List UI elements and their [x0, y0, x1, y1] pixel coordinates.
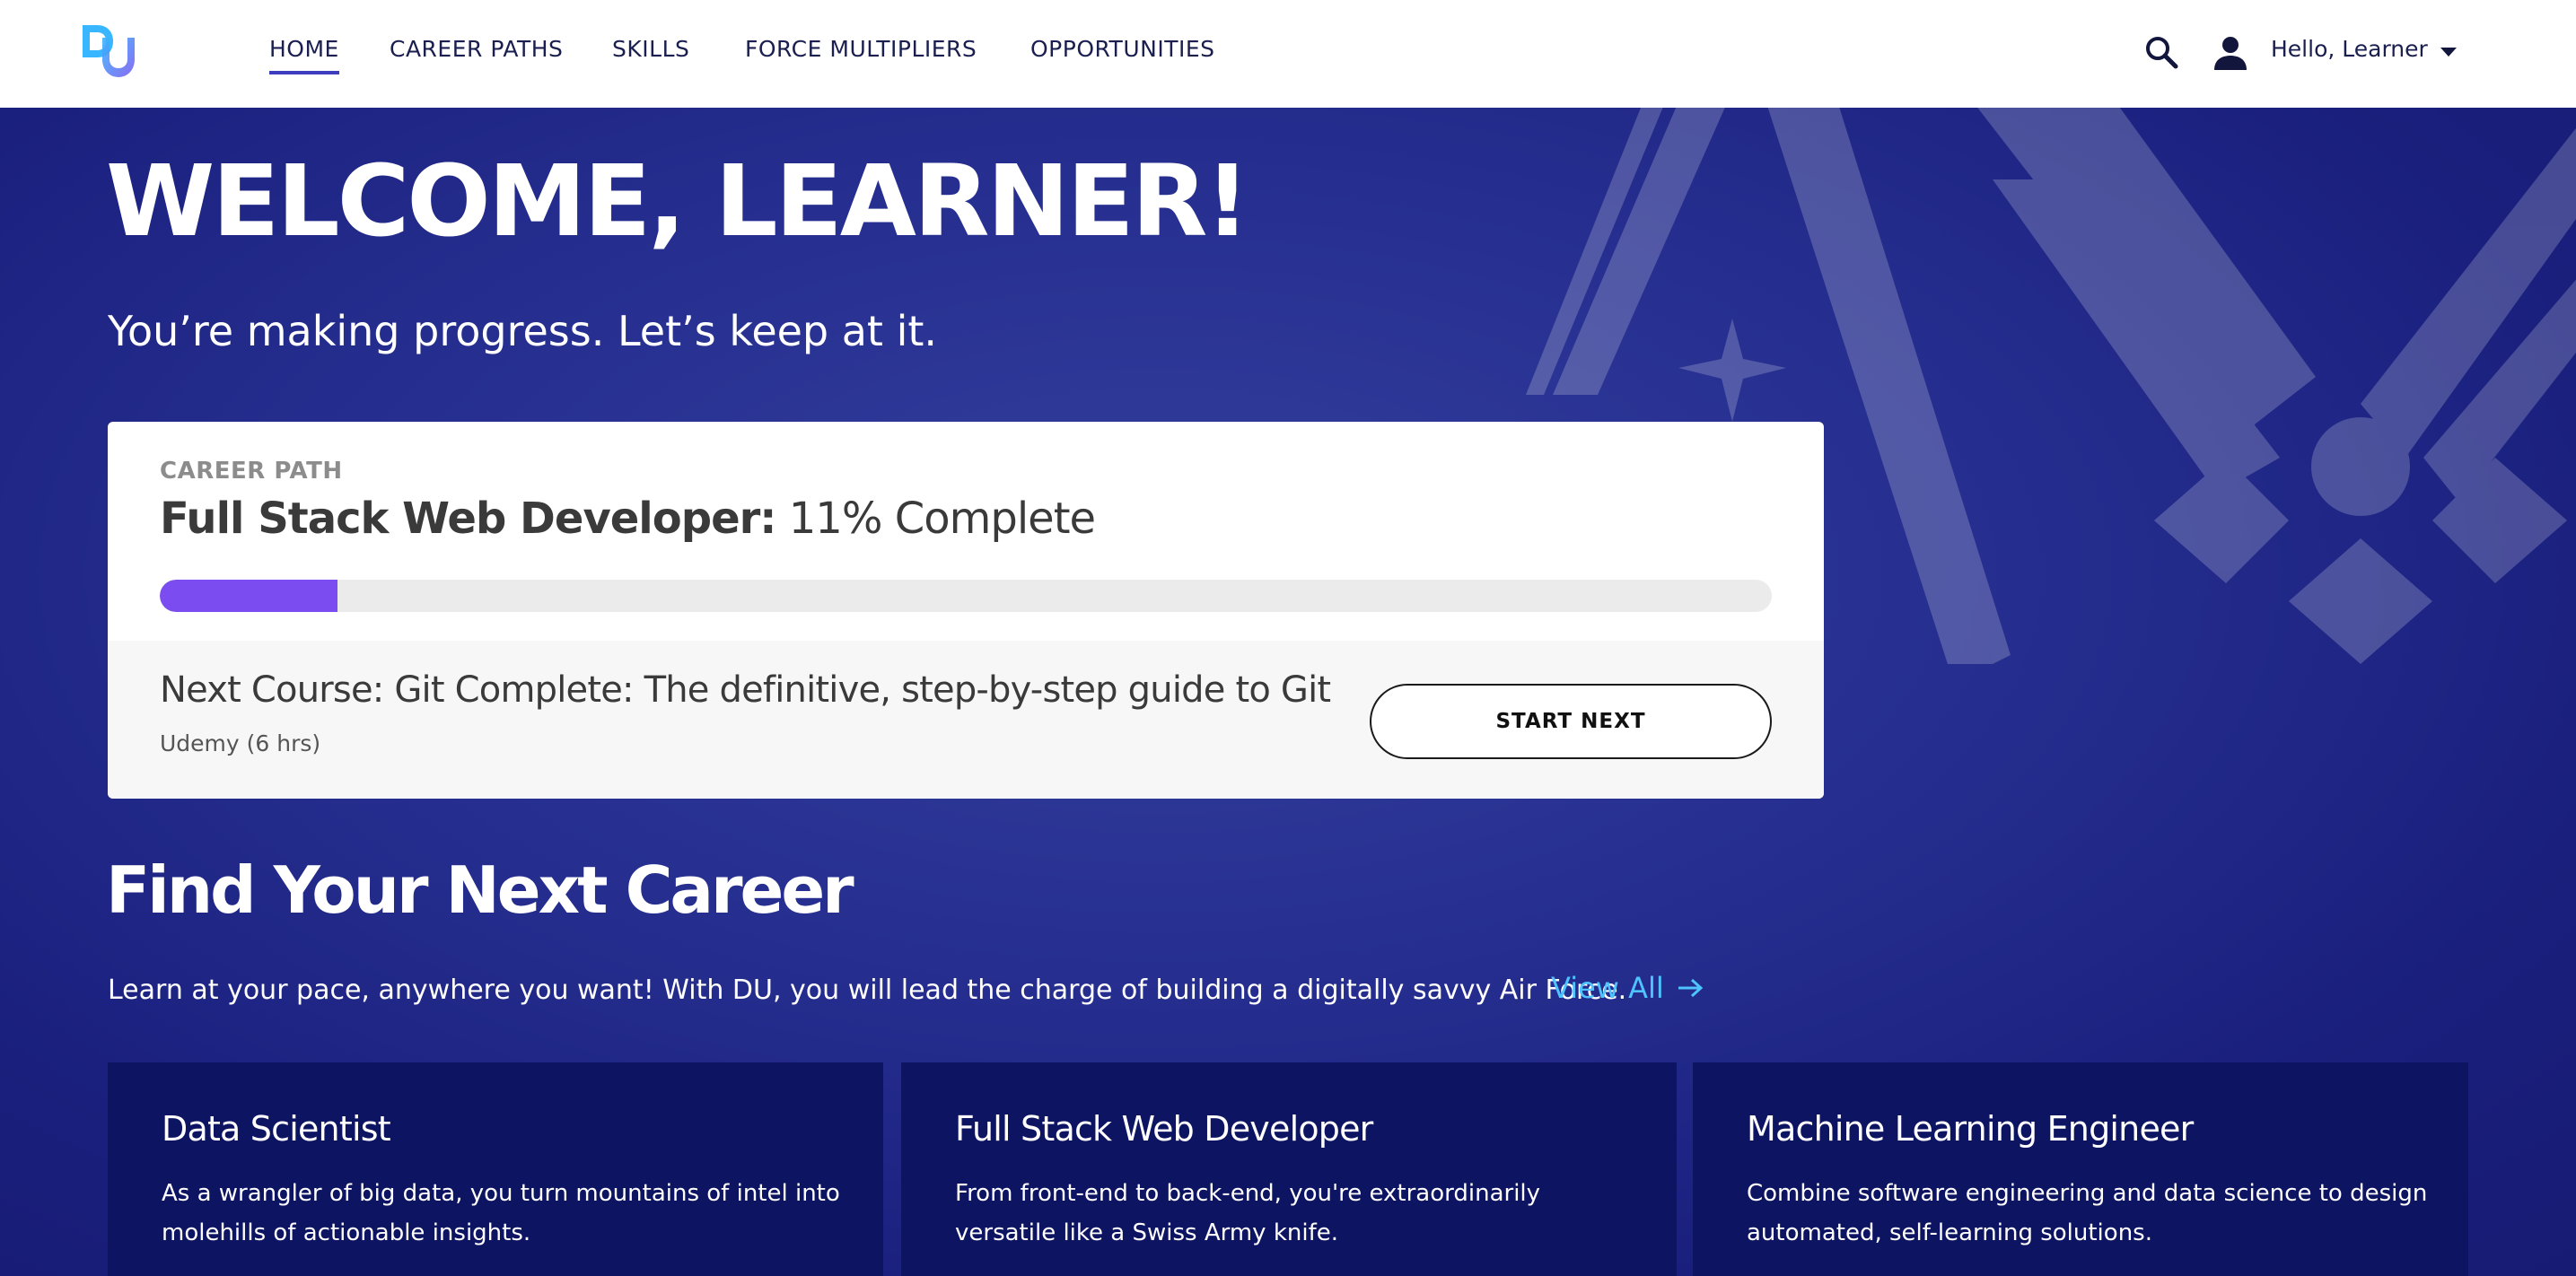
nav-home[interactable]: HOME — [269, 36, 339, 74]
nav-opportunities[interactable]: OPPORTUNITIES — [1030, 36, 1215, 62]
career-tile-machine-learning-engineer[interactable]: Machine Learning Engineer Combine softwa… — [1693, 1062, 2468, 1276]
welcome-subtitle: You’re making progress. Let’s keep at it… — [108, 307, 938, 355]
career-tile-title: Full Stack Web Developer — [955, 1109, 1373, 1149]
next-course-panel: Next Course: Git Complete: The definitiv… — [108, 641, 1824, 799]
view-all-label: View All — [1551, 971, 1664, 1005]
view-all-link[interactable]: View All — [1551, 971, 1704, 1005]
nav-skills[interactable]: SKILLS — [612, 36, 689, 62]
arrow-right-icon — [1678, 978, 1704, 998]
career-path-title: Full Stack Web Developer: 11% Complete — [160, 494, 1096, 544]
career-progress-card: CAREER PATH Full Stack Web Developer: 11… — [108, 422, 1824, 799]
nav-force-multipliers[interactable]: FORCE MULTIPLIERS — [745, 36, 977, 62]
top-navigation: HOME CAREER PATHS SKILLS FORCE MULTIPLIE… — [0, 0, 2576, 108]
career-tile-title: Machine Learning Engineer — [1747, 1109, 2194, 1149]
career-tile-description: As a wrangler of big data, you turn moun… — [162, 1180, 840, 1246]
career-path-name: Full Stack Web Developer: — [160, 494, 776, 544]
career-path-eyebrow: CAREER PATH — [160, 458, 343, 485]
search-icon[interactable] — [2143, 34, 2179, 70]
find-career-subtitle: Learn at your pace, anywhere you want! W… — [108, 974, 1627, 1006]
career-tile-description: From front-end to back-end, you're extra… — [955, 1180, 1541, 1246]
career-path-progress-text: 11% Complete — [788, 494, 1096, 544]
career-tile-description: Combine software engineering and data sc… — [1747, 1180, 2428, 1246]
career-tile-full-stack-web-developer[interactable]: Full Stack Web Developer From front-end … — [901, 1062, 1677, 1276]
user-icon[interactable] — [2212, 34, 2249, 72]
du-logo-icon[interactable] — [79, 22, 136, 79]
progress-bar-fill — [160, 580, 337, 612]
career-tile-title: Data Scientist — [162, 1109, 391, 1149]
nav-career-paths[interactable]: CAREER PATHS — [390, 36, 563, 62]
progress-bar — [160, 580, 1772, 612]
career-tile-data-scientist[interactable]: Data Scientist As a wrangler of big data… — [108, 1062, 883, 1276]
find-career-title: Find Your Next Career — [106, 852, 854, 928]
welcome-title: WELCOME, LEARNER! — [106, 144, 1250, 258]
user-menu-greeting[interactable]: Hello, Learner — [2271, 36, 2428, 62]
start-next-button[interactable]: START NEXT — [1370, 684, 1772, 759]
next-course-title[interactable]: Next Course: Git Complete: The definitiv… — [160, 669, 1331, 711]
hero-section: WELCOME, LEARNER! You’re making progress… — [0, 108, 2576, 1276]
course-provider-duration: Udemy (6 hrs) — [160, 730, 321, 756]
caret-down-icon[interactable] — [2438, 41, 2459, 63]
